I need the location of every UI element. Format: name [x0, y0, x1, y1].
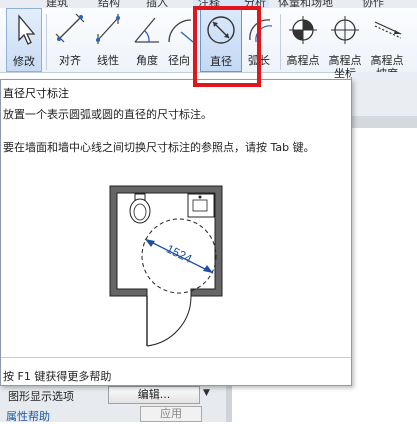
angular-dimension-button[interactable]: 角度	[126, 8, 168, 72]
ribbon: 修改 对齐 线性 角度 径向 直径 弧长 高程点 高程点 坐标 高程点	[0, 8, 417, 80]
tab-massing-site[interactable]: 体量和场地	[278, 0, 333, 8]
apply-button[interactable]: 应用	[140, 406, 202, 422]
spot-slope-icon	[374, 21, 402, 39]
diameter-label: 直径	[210, 55, 232, 68]
modify-label: 修改	[13, 55, 35, 68]
angular-dimension-icon	[134, 17, 159, 43]
spot-elevation-icon	[289, 16, 317, 44]
cursor-arrow-icon	[18, 14, 36, 45]
panel-scrollbar[interactable]	[226, 384, 232, 422]
arc-length-button[interactable]: 弧长	[244, 8, 276, 72]
dropdown-arrow-icon[interactable]: ▼	[203, 388, 210, 398]
tab-collaborate[interactable]: 协作	[362, 0, 384, 8]
tab-architecture[interactable]: 建筑	[46, 0, 68, 8]
diameter-dimension-icon	[207, 16, 235, 44]
linear-dimension-button[interactable]: 线性	[88, 8, 128, 72]
arc-length-label: 弧长	[248, 54, 270, 67]
spot-coordinate-button[interactable]: 高程点 坐标	[324, 8, 366, 80]
diameter-dimension-button[interactable]: 直径	[200, 8, 242, 72]
tooltip-diameter-dimension: 直径尺寸标注 放置一个表示圆弧或圆的直径的尺寸标注。 要在墙面和墙中心线之间切换…	[0, 79, 352, 386]
tooltip-footer-separator	[1, 357, 351, 358]
spot-elevation-button[interactable]: 高程点	[282, 8, 324, 72]
tooltip-title: 直径尺寸标注	[3, 87, 69, 100]
tab-insert[interactable]: 插入	[146, 0, 168, 8]
ribbon-separator	[46, 14, 47, 70]
radial-dimension-button[interactable]: 径向	[164, 8, 198, 72]
modify-button[interactable]: 修改	[6, 8, 42, 72]
dimension-value: 1524	[164, 242, 194, 266]
tooltip-tab-hint: 要在墙面和墙中心线之间切换尺寸标注的参照点，请按 Tab 键。	[3, 141, 315, 154]
options-bar-strip	[352, 116, 417, 128]
spot-elevation-label: 高程点	[286, 54, 320, 67]
spot-coordinate-icon	[331, 16, 359, 44]
radial-dimension-icon	[168, 19, 194, 43]
spot-slope-button[interactable]: 高程点 坡度	[366, 8, 408, 80]
align-dimension-button[interactable]: 对齐	[50, 8, 90, 72]
radial-label: 径向	[168, 54, 190, 67]
ribbon-separator	[280, 14, 281, 70]
align-label: 对齐	[59, 54, 81, 67]
tooltip-illustration: 1524	[109, 185, 223, 347]
aligned-dimension-icon	[55, 13, 85, 43]
tab-structure[interactable]: 结构	[98, 0, 120, 8]
linear-dimension-icon	[96, 14, 120, 44]
graphic-display-options-label: 图形显示选项	[8, 390, 74, 403]
tooltip-description: 放置一个表示圆弧或圆的直径的尺寸标注。	[3, 108, 212, 121]
linear-label: 线性	[97, 54, 119, 67]
ribbon-tab-strip: 建筑 结构 插入 注释 分析 体量和场地 协作	[0, 0, 417, 8]
options-bar	[352, 72, 417, 128]
tab-analyze[interactable]: 分析	[244, 0, 266, 8]
angular-label: 角度	[136, 54, 158, 67]
tab-annotate[interactable]: 注释	[198, 0, 220, 8]
tooltip-footer: 按 F1 键获得更多帮助	[3, 370, 112, 383]
edit-button[interactable]: 编辑...	[108, 386, 200, 404]
arc-length-icon	[249, 19, 273, 43]
